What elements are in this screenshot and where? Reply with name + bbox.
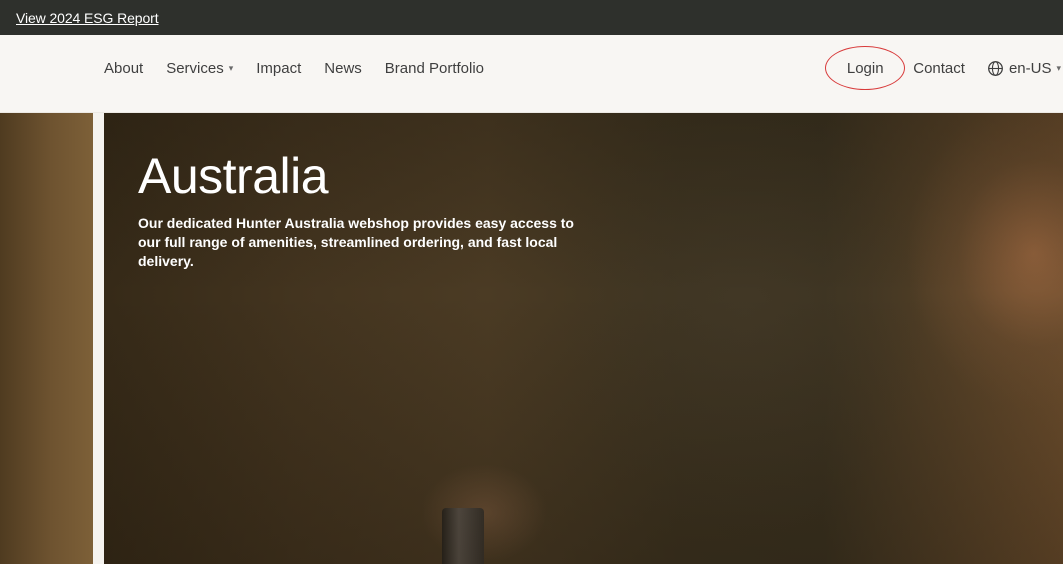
hero-title: Australia <box>138 148 329 204</box>
globe-icon <box>988 60 1003 76</box>
chevron-down-icon: ▾ <box>1056 62 1061 73</box>
esg-report-link[interactable]: View 2024 ESG Report <box>16 9 159 27</box>
hero-description: Our dedicated Hunter Australia webshop p… <box>138 215 574 269</box>
top-banner: View 2024 ESG Report <box>0 0 1063 35</box>
nav-item-about[interactable]: About <box>104 60 143 77</box>
nav-item-impact[interactable]: Impact <box>256 60 301 77</box>
login-link[interactable]: Login <box>847 60 884 77</box>
nav-item-news[interactable]: News <box>324 60 362 77</box>
nav-item-brand-portfolio[interactable]: Brand Portfolio <box>385 60 484 77</box>
nav-item-label: Brand Portfolio <box>384 59 485 77</box>
previous-slide-preview <box>0 113 93 564</box>
nav-item-label: Impact <box>256 59 302 77</box>
nav-item-label: Services <box>166 59 224 77</box>
login-link-wrapper: Login <box>825 46 906 90</box>
contact-link[interactable]: Contact <box>913 60 965 77</box>
nav-item-label: News <box>324 59 362 77</box>
language-label: en-US <box>1008 59 1052 77</box>
utility-nav: Login Contact en-US ▾ <box>825 35 1063 101</box>
language-selector[interactable]: en-US ▾ <box>987 60 1061 77</box>
main-navigation: About Services ▾ Impact News Brand Portf… <box>0 35 1063 113</box>
nav-item-services[interactable]: Services ▾ <box>166 60 233 77</box>
primary-nav: About Services ▾ Impact News Brand Portf… <box>104 35 507 101</box>
nav-item-label: About <box>104 59 144 77</box>
chevron-down-icon: ▾ <box>228 62 234 73</box>
hero-section: Australia Our dedicated Hunter Australia… <box>0 113 1063 564</box>
